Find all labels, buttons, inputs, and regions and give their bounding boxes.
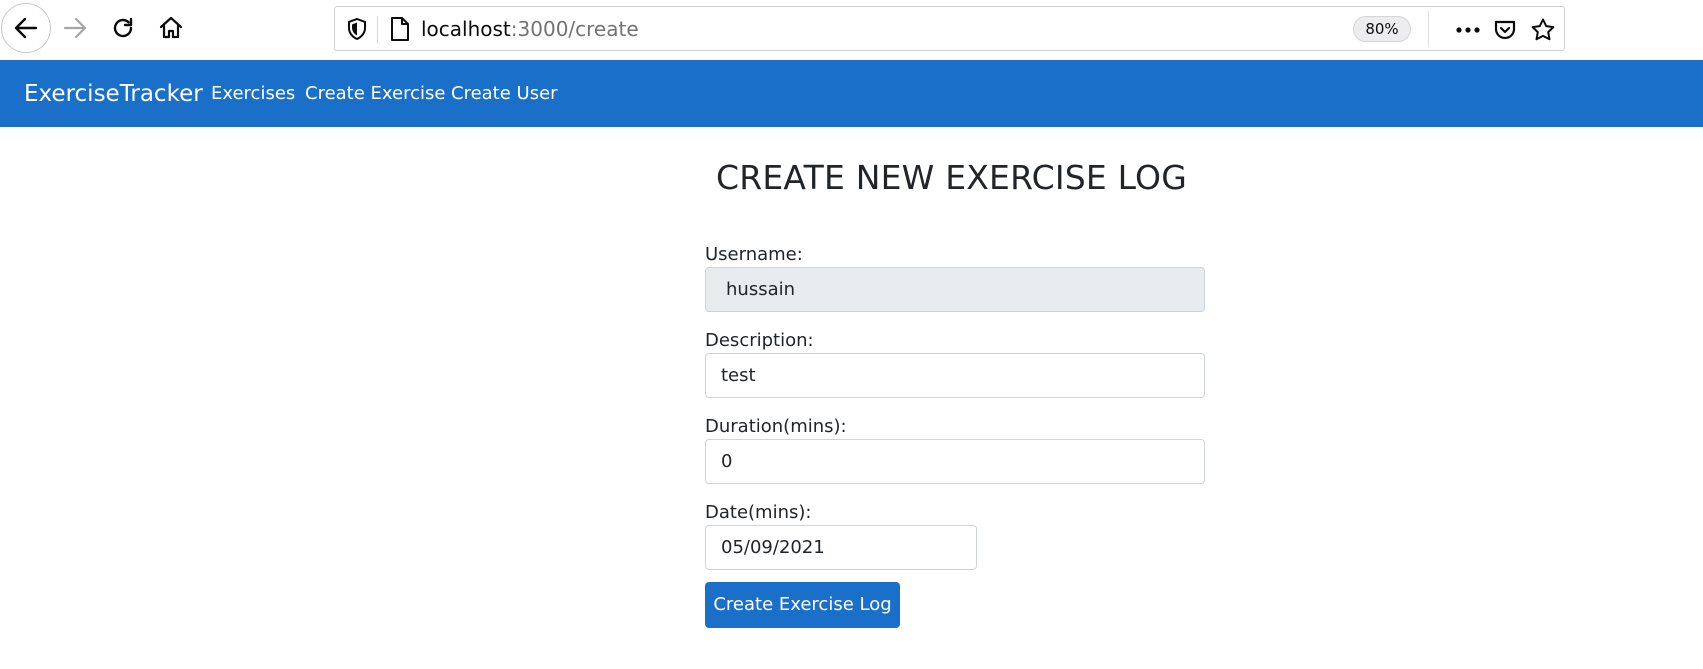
back-button[interactable] <box>1 3 51 53</box>
forward-button[interactable] <box>50 3 100 53</box>
url-host: localhost <box>421 17 511 41</box>
url-path: :3000/create <box>510 17 639 41</box>
zoom-level-badge[interactable]: 80% <box>1353 16 1411 42</box>
browser-toolbar: localhost:3000/create 80% <box>0 0 1703 59</box>
more-icon <box>1456 27 1480 33</box>
reload-icon <box>113 17 133 38</box>
description-input[interactable]: test <box>705 353 1205 398</box>
duration-input[interactable]: 0 <box>705 439 1205 484</box>
bookmark-button[interactable] <box>1528 15 1558 45</box>
back-arrow-icon <box>14 17 38 39</box>
date-label: Date(mins): <box>705 502 812 523</box>
forward-arrow-icon <box>63 17 87 39</box>
star-icon <box>1531 18 1555 41</box>
create-exercise-log-button[interactable]: Create Exercise Log <box>705 582 900 628</box>
pocket-button[interactable] <box>1490 15 1520 45</box>
description-label: Description: <box>705 330 814 351</box>
home-icon <box>159 16 183 39</box>
shield-icon[interactable] <box>345 17 369 41</box>
url-text[interactable]: localhost:3000/create <box>421 16 639 42</box>
home-button[interactable] <box>146 3 196 53</box>
pocket-icon <box>1494 20 1516 40</box>
username-select[interactable]: hussain <box>705 267 1205 312</box>
url-separator <box>377 16 378 43</box>
brand-link[interactable]: ExerciseTracker <box>24 79 203 109</box>
nav-link-create-user[interactable]: Create User <box>451 82 558 106</box>
more-button[interactable] <box>1453 15 1483 45</box>
page-title: CREATE NEW EXERCISE LOG <box>716 158 1187 197</box>
duration-label: Duration(mins): <box>705 416 847 437</box>
reload-button[interactable] <box>98 3 148 53</box>
toolbar-separator <box>1428 11 1429 47</box>
username-label: Username: <box>705 244 803 265</box>
nav-link-create-exercise[interactable]: Create Exercise <box>305 82 445 106</box>
page-icon[interactable] <box>388 16 412 42</box>
url-bar[interactable]: localhost:3000/create 80% <box>334 6 1565 51</box>
date-picker-input[interactable]: 05/09/2021 <box>705 525 977 570</box>
nav-link-exercises[interactable]: Exercises <box>211 82 295 106</box>
app-navbar: ExerciseTracker Exercises Create Exercis… <box>0 60 1703 127</box>
